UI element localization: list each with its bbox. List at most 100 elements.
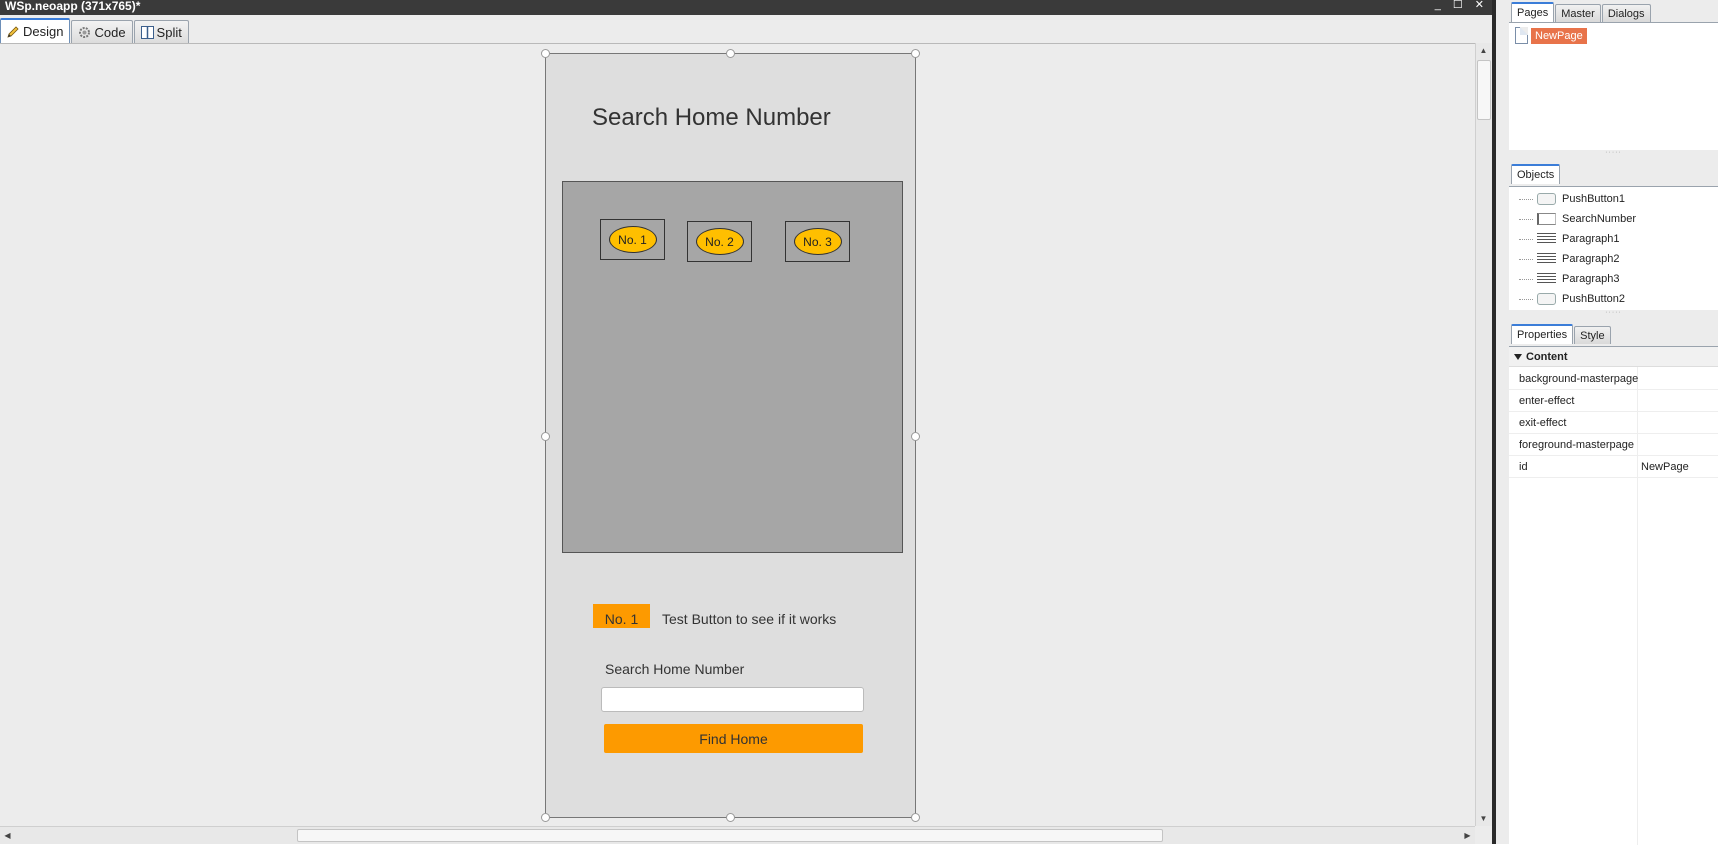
tree-line [1519, 218, 1533, 220]
test-button[interactable]: No. 1 [593, 604, 650, 628]
window-controls: _ ☐ ✕ [1435, 0, 1484, 15]
panel-splitter[interactable] [1492, 0, 1509, 844]
property-row[interactable]: foreground-masterpage [1509, 434, 1718, 456]
resize-grip[interactable]: ····· [1509, 149, 1718, 158]
object-item-paragraph1[interactable]: Paragraph1 [1519, 230, 1620, 248]
home-box-3[interactable]: No. 3 [785, 221, 850, 262]
tree-line [1519, 258, 1533, 260]
tab-split-label: Split [156, 24, 182, 40]
section-header-content[interactable]: Content [1509, 347, 1718, 367]
object-label: Paragraph2 [1562, 253, 1620, 265]
object-label: PushButton2 [1562, 293, 1625, 305]
resize-handle-right[interactable] [911, 432, 920, 441]
tab-design[interactable]: Design [0, 18, 71, 43]
scroll-left-icon[interactable]: ◀ [0, 828, 15, 843]
resize-grip[interactable]: ····· [1509, 309, 1718, 318]
tab-style[interactable]: Style [1574, 326, 1611, 344]
window-titlebar: WSp.neoapp (371x765)* [0, 0, 1492, 15]
section-label: Content [1526, 350, 1568, 363]
find-home-button[interactable]: Find Home [604, 724, 863, 753]
object-item-searchnumber[interactable]: SearchNumber [1519, 210, 1636, 228]
collapse-triangle-icon [1514, 353, 1522, 360]
close-icon[interactable]: ✕ [1475, 0, 1484, 15]
paragraph-icon [1537, 253, 1556, 265]
tab-pages[interactable]: Pages [1511, 2, 1555, 22]
objects-tree: PushButton1 SearchNumber Paragraph1 Para… [1509, 186, 1718, 310]
button-icon [1537, 293, 1556, 305]
paragraph-icon [1537, 233, 1556, 245]
document-icon [1515, 27, 1528, 44]
property-name: background-masterpage [1519, 372, 1639, 385]
property-value[interactable]: NewPage [1637, 461, 1689, 473]
phone-page[interactable]: Search Home Number No. 1 No. 2 No. 3 No.… [541, 49, 920, 822]
tab-master[interactable]: Master [1555, 4, 1601, 22]
scroll-up-icon[interactable]: ▲ [1476, 43, 1491, 58]
search-label: Search Home Number [605, 661, 745, 677]
resize-handle-top[interactable] [726, 49, 735, 58]
resize-handle-bottom[interactable] [726, 813, 735, 822]
home-marker-2[interactable]: No. 2 [695, 228, 744, 255]
property-name: enter-effect [1519, 394, 1575, 407]
object-label: PushButton1 [1562, 193, 1625, 205]
scroll-down-icon[interactable]: ▼ [1476, 811, 1491, 826]
resize-handle-left[interactable] [541, 432, 550, 441]
tab-properties[interactable]: Properties [1511, 324, 1574, 344]
vertical-scrollbar[interactable]: ▲ ▼ [1475, 43, 1492, 826]
object-label: Paragraph1 [1562, 233, 1620, 245]
property-name: exit-effect [1519, 416, 1567, 429]
objects-panel-tabs: Objects [1511, 164, 1561, 184]
horizontal-scroll-thumb[interactable] [297, 829, 1163, 842]
paragraph-icon [1537, 273, 1556, 285]
property-row[interactable]: background-masterpage [1509, 368, 1718, 390]
split-icon [140, 25, 154, 39]
view-tabs: Design Code Split [0, 18, 190, 43]
minimize-icon[interactable]: _ [1435, 0, 1441, 15]
property-name: foreground-masterpage [1519, 438, 1634, 451]
home-box-1[interactable]: No. 1 [600, 219, 665, 260]
tab-split[interactable]: Split [133, 20, 189, 43]
object-item-pushbutton2[interactable]: PushButton2 [1519, 290, 1625, 308]
object-label: Paragraph3 [1562, 273, 1620, 285]
property-row[interactable]: id NewPage [1509, 456, 1718, 478]
tab-design-label: Design [23, 24, 64, 39]
resize-handle-bottom-left[interactable] [541, 813, 550, 822]
resize-handle-top-right[interactable] [911, 49, 920, 58]
home-marker-3[interactable]: No. 3 [793, 228, 842, 255]
pages-list: NewPage [1509, 22, 1718, 150]
object-item-paragraph2[interactable]: Paragraph2 [1519, 250, 1620, 268]
resize-handle-bottom-right[interactable] [911, 813, 920, 822]
object-item-paragraph3[interactable]: Paragraph3 [1519, 270, 1620, 288]
tab-objects[interactable]: Objects [1511, 164, 1561, 184]
pages-panel-tabs: Pages Master Dialogs [1511, 2, 1652, 22]
tab-code[interactable]: Code [71, 20, 133, 43]
home-map-panel[interactable]: No. 1 No. 2 No. 3 [562, 181, 903, 553]
property-row[interactable]: exit-effect [1509, 412, 1718, 434]
tree-line [1519, 238, 1533, 240]
scroll-right-icon[interactable]: ▶ [1460, 828, 1475, 843]
tab-dialogs[interactable]: Dialogs [1601, 4, 1651, 22]
object-label: SearchNumber [1562, 213, 1636, 225]
window-title: WSp.neoapp (371x765)* [5, 0, 141, 13]
button-icon [1537, 193, 1556, 205]
vertical-scroll-thumb[interactable] [1477, 60, 1491, 120]
pages-panel: Pages Master Dialogs NewPage ····· [1509, 0, 1718, 158]
page-title: Search Home Number [592, 104, 831, 131]
property-name: id [1519, 460, 1528, 473]
page-item-label: NewPage [1531, 27, 1587, 44]
page-item-newpage[interactable]: NewPage [1515, 27, 1587, 44]
tree-line [1519, 198, 1533, 200]
editor-window: WSp.neoapp (371x765)* _ ☐ ✕ Design Code … [0, 0, 1492, 844]
horizontal-scrollbar[interactable]: ◀ ▶ [0, 826, 1475, 844]
tree-line [1519, 278, 1533, 280]
object-item-pushbutton1[interactable]: PushButton1 [1519, 190, 1625, 208]
property-row[interactable]: enter-effect [1509, 390, 1718, 412]
objects-panel: Objects PushButton1 SearchNumber Paragra… [1509, 158, 1718, 318]
resize-handle-top-left[interactable] [541, 49, 550, 58]
maximize-icon[interactable]: ☐ [1453, 0, 1463, 15]
gear-icon [78, 26, 91, 39]
text-field-icon [1537, 213, 1556, 225]
search-number-input[interactable] [601, 687, 864, 712]
properties-panel-tabs: Properties Style [1511, 324, 1612, 344]
home-marker-1[interactable]: No. 1 [608, 226, 657, 253]
home-box-2[interactable]: No. 2 [687, 221, 752, 262]
